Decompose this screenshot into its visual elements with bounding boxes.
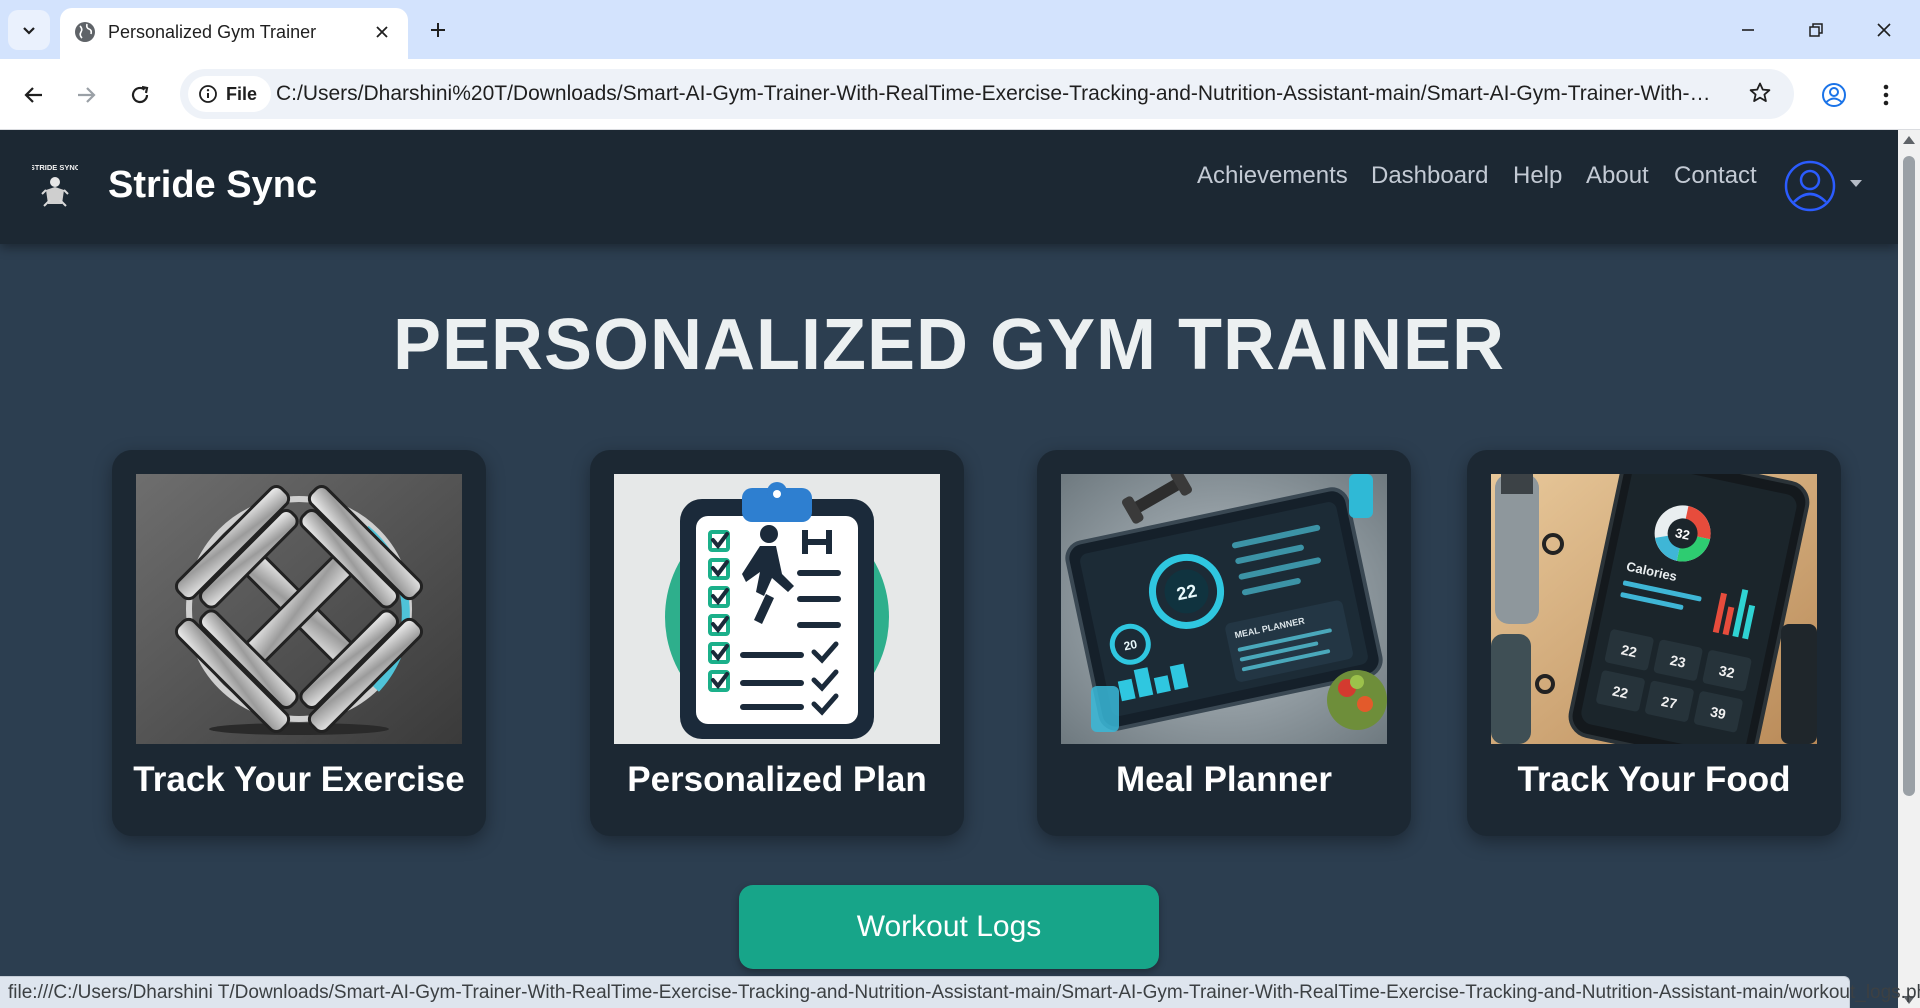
site-info-label: File (226, 83, 258, 104)
link-status-bar: file:///C:/Users/Dharshini T/Downloads/S… (0, 976, 1920, 1008)
card-label: Meal Planner (1116, 760, 1332, 799)
minimize-button[interactable] (1730, 14, 1766, 46)
url-text[interactable]: C:/Users/Dharshini%20T/Downloads/Smart-A… (276, 82, 1716, 106)
calorie-gauge-value: 32 (1674, 525, 1691, 543)
card-label: Track Your Food (1517, 760, 1791, 799)
site-navbar: STRIDE SYNC Stride Sync Achievements Das… (0, 130, 1898, 244)
nav-achievements[interactable]: Achievements (1197, 162, 1348, 190)
back-button[interactable] (14, 75, 54, 115)
user-avatar-icon[interactable] (1784, 160, 1836, 212)
reload-icon (131, 85, 149, 104)
nav-contact[interactable]: Contact (1674, 162, 1757, 190)
card-track-food[interactable]: 32 Calories 22 23 32 22 27 39 Track Your… (1467, 450, 1841, 836)
browser-toolbar: File C:/Users/Dharshini%20T/Downloads/Sm… (0, 59, 1920, 130)
close-tab-icon[interactable] (370, 20, 394, 44)
card-label: Track Your Exercise (133, 760, 465, 799)
profile-icon (1822, 83, 1846, 107)
dumbbell-icon (136, 474, 462, 744)
scroll-up-arrow-icon[interactable] (1903, 136, 1915, 144)
scrollbar-thumb[interactable] (1903, 156, 1915, 796)
close-icon (1877, 23, 1891, 37)
page-viewport: STRIDE SYNC Stride Sync Achievements Das… (0, 130, 1898, 1008)
arrow-right-icon (78, 87, 96, 103)
stride-sync-logo[interactable]: STRIDE SYNC (32, 160, 78, 212)
card-meal-planner[interactable]: 22 20 MEAL PLANNER Meal Planner (1037, 450, 1411, 836)
tablet-dashboard-icon: 22 20 MEAL PLANNER (1061, 474, 1387, 744)
globe-icon (75, 22, 95, 42)
status-url: file:///C:/Users/Dharshini T/Downloads/S… (8, 982, 1920, 1003)
plus-icon (431, 23, 445, 37)
restore-icon (1809, 23, 1823, 37)
new-tab-button[interactable] (422, 14, 454, 46)
nav-about[interactable]: About (1586, 162, 1649, 190)
site-info-chip[interactable]: File (188, 76, 272, 112)
logo-text: STRIDE SYNC (32, 163, 78, 172)
minimize-icon (1742, 29, 1754, 31)
forward-button[interactable] (66, 75, 106, 115)
arrow-left-icon (24, 87, 42, 103)
nav-help[interactable]: Help (1513, 162, 1562, 190)
caret-down-icon[interactable] (1850, 180, 1862, 187)
tab-title: Personalized Gym Trainer (108, 22, 317, 42)
more-vertical-icon (1883, 84, 1889, 106)
card-personalized-plan[interactable]: Personalized Plan (590, 450, 964, 836)
address-bar[interactable]: File C:/Users/Dharshini%20T/Downloads/Sm… (180, 69, 1794, 119)
dashboard-number: 22 (1175, 581, 1199, 605)
card-label: Personalized Plan (627, 760, 927, 799)
page-title: PERSONALIZED GYM TRAINER (392, 305, 1506, 385)
reload-button[interactable] (120, 75, 160, 115)
close-window-button[interactable] (1866, 14, 1902, 46)
browser-menu-button[interactable] (1866, 75, 1906, 115)
chevron-down-icon (23, 27, 35, 35)
bookmark-star-icon[interactable] (1748, 81, 1772, 110)
active-tab[interactable]: Personalized Gym Trainer (60, 8, 408, 59)
browser-tab-strip: Personalized Gym Trainer (0, 0, 1920, 59)
clipboard-icon (614, 474, 940, 744)
restore-button[interactable] (1798, 14, 1834, 46)
info-icon (199, 85, 217, 103)
brand-name[interactable]: Stride Sync (108, 164, 317, 207)
tab-search-button[interactable] (8, 10, 50, 50)
workout-logs-button[interactable]: Workout Logs (739, 885, 1159, 969)
browser-profile-button[interactable] (1814, 75, 1854, 115)
nav-dashboard[interactable]: Dashboard (1371, 162, 1488, 190)
phone-calorie-icon: 32 Calories 22 23 32 22 27 39 (1491, 474, 1817, 744)
card-track-exercise[interactable]: Track Your Exercise (112, 450, 486, 836)
page-scrollbar[interactable] (1898, 130, 1920, 1008)
